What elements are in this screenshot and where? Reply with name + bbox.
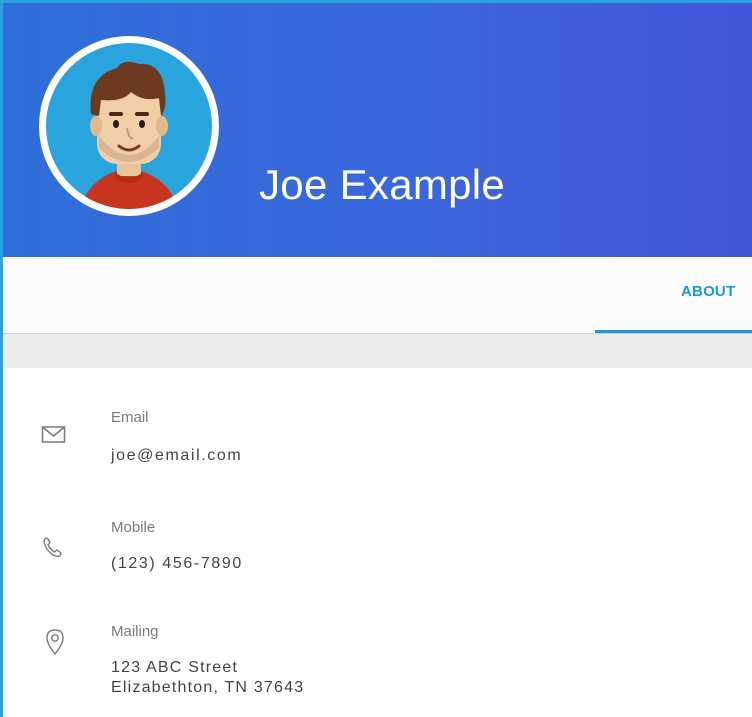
- email-value[interactable]: joe@email.com: [111, 447, 242, 465]
- mobile-value[interactable]: (123) 456-7890: [111, 555, 243, 573]
- profile-card: Joe Example ABOUT Email joe@email.com Mo…: [0, 0, 752, 717]
- mobile-label: Mobile: [111, 519, 156, 536]
- tab-about-label: ABOUT: [681, 283, 736, 300]
- mailing-label: Mailing: [111, 623, 159, 640]
- email-label: Email: [111, 409, 149, 426]
- mailing-city-state-zip: Elizabethton, TN 37643: [111, 679, 305, 696]
- profile-name: Joe Example: [259, 161, 506, 208]
- mailing-street: 123 ABC Street: [111, 659, 239, 676]
- tab-about[interactable]: ABOUT: [595, 257, 752, 333]
- section-divider: [3, 334, 752, 368]
- phone-icon: [41, 535, 65, 564]
- contact-section: Email joe@email.com Mobile (123) 456-789…: [3, 369, 752, 717]
- active-tab-indicator: [595, 330, 752, 333]
- mail-icon: [41, 425, 67, 450]
- location-pin-icon: [45, 628, 65, 661]
- profile-header: Joe Example: [3, 3, 752, 257]
- avatar: [39, 36, 219, 216]
- tab-bar: ABOUT: [3, 257, 752, 334]
